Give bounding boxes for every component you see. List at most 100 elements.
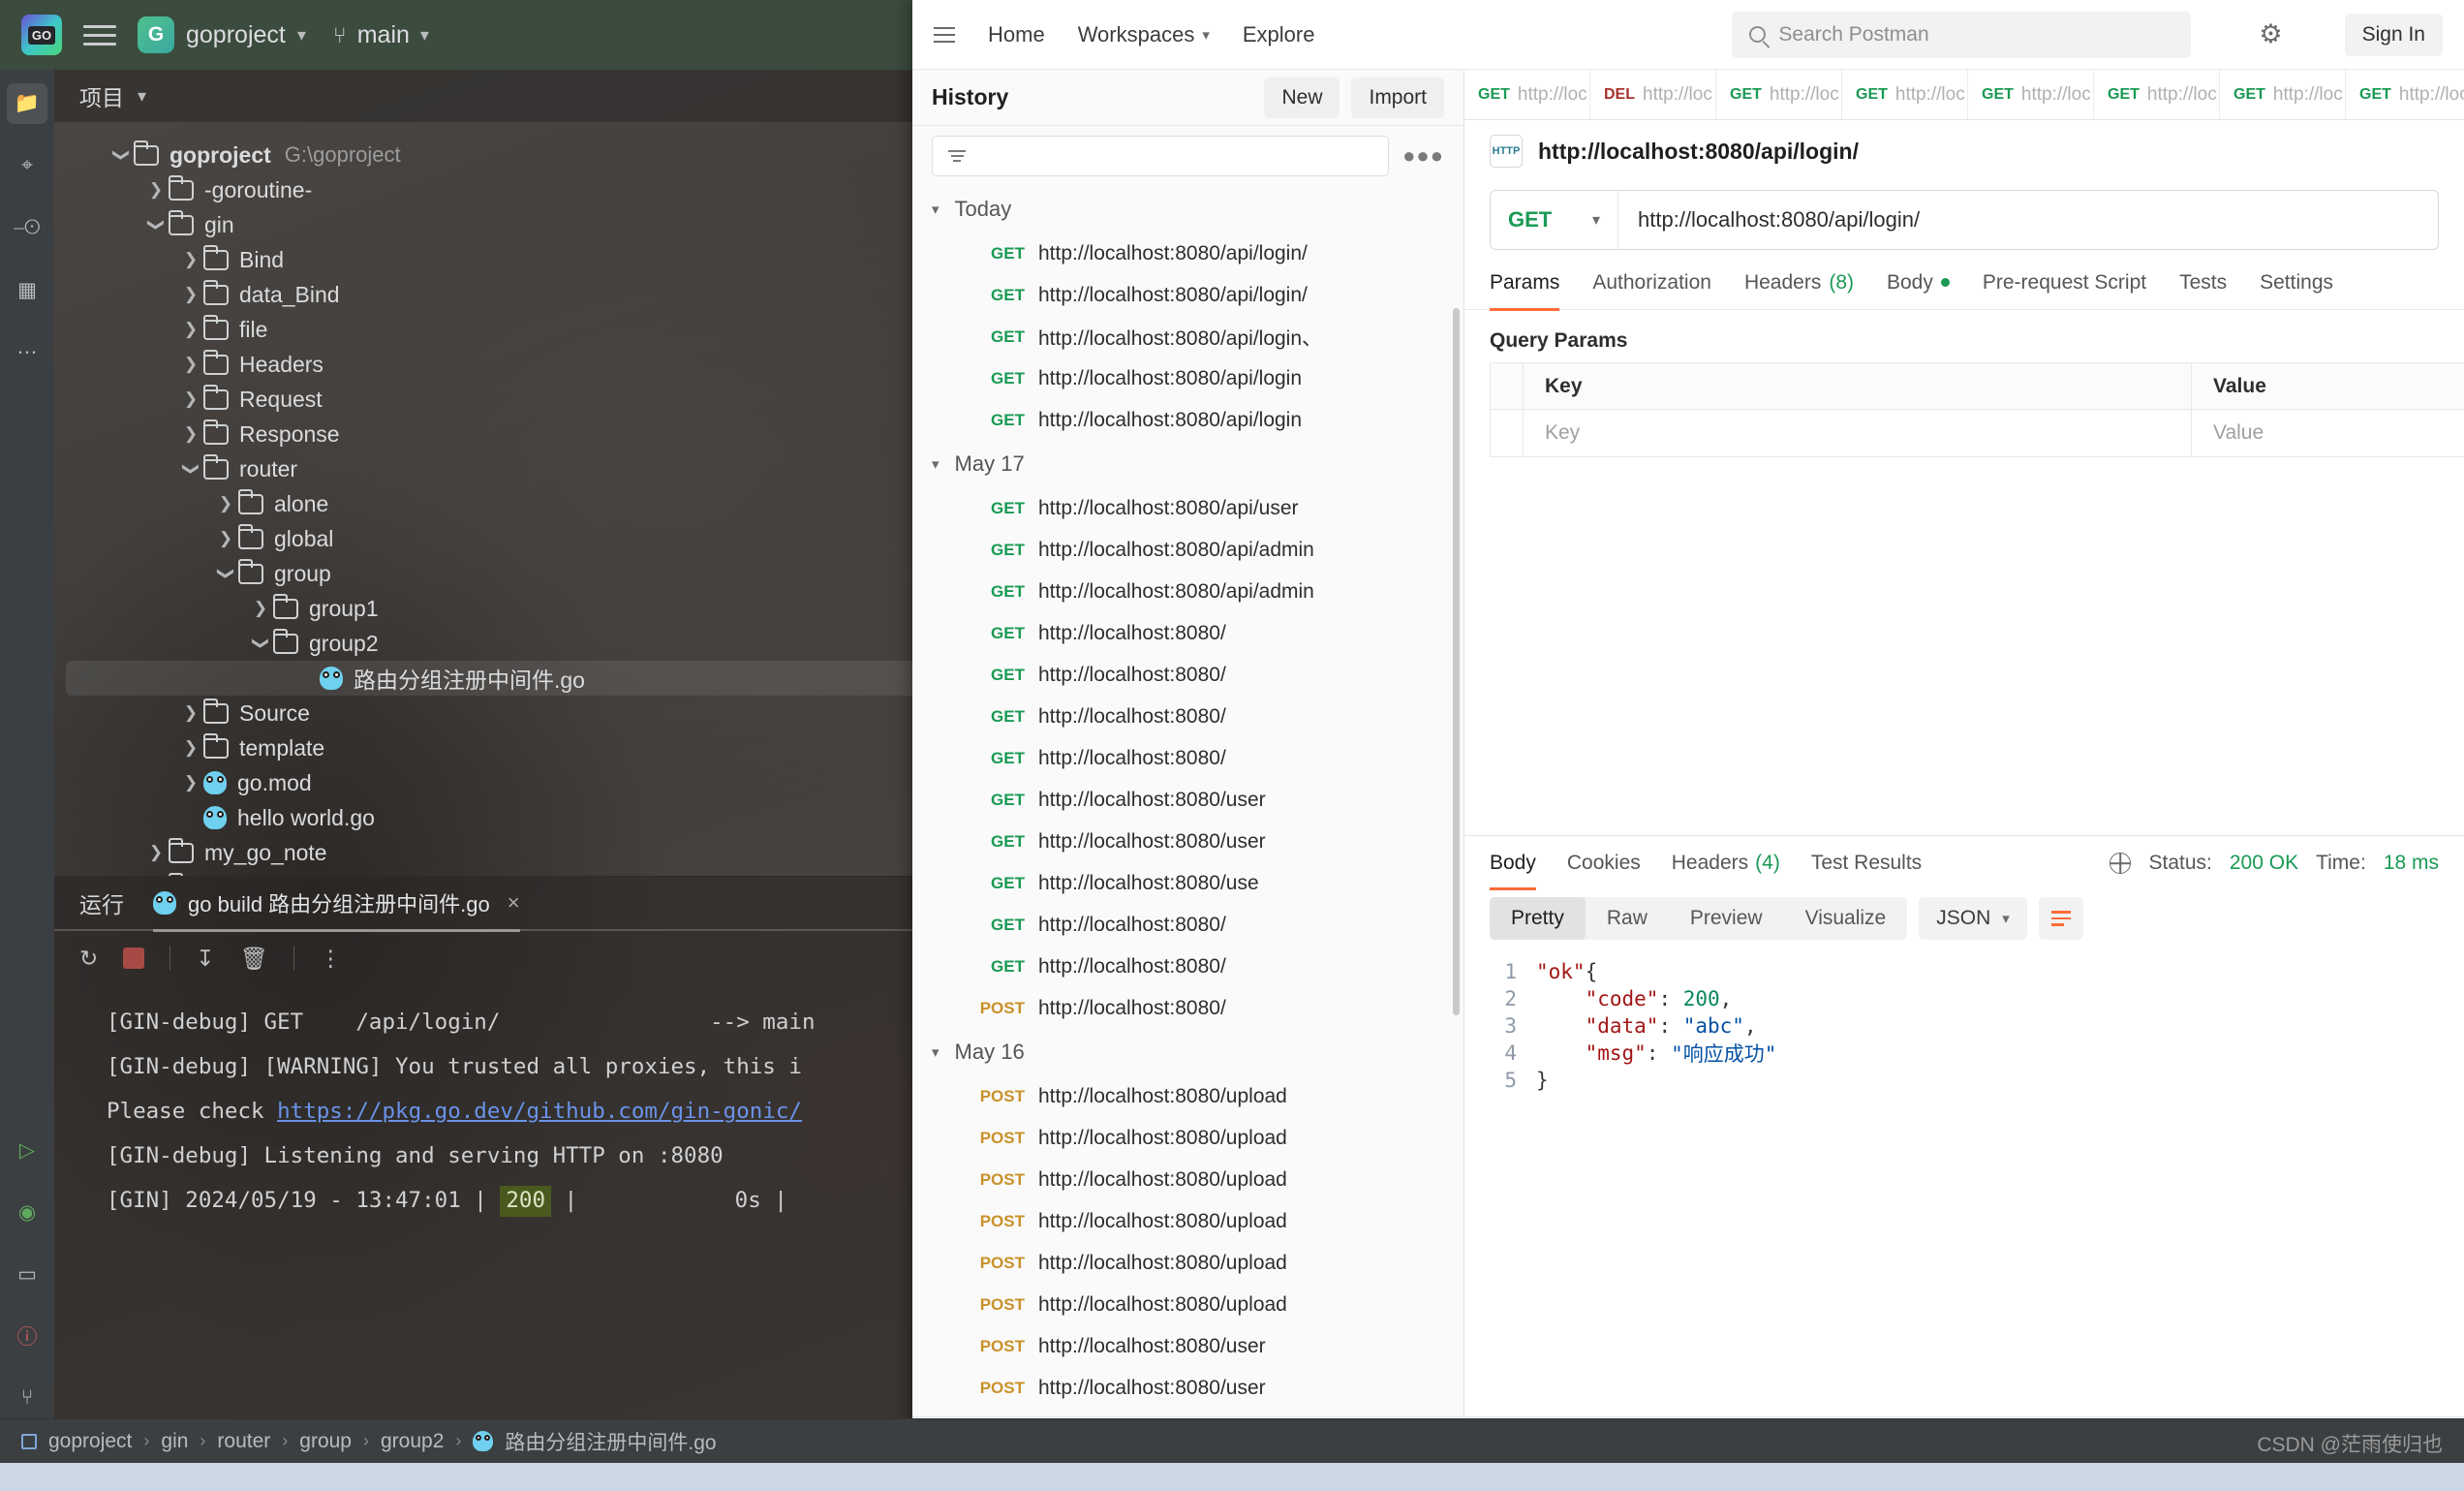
method-selector[interactable]: GET ▾ xyxy=(1491,191,1618,249)
chevron-right-icon[interactable]: ❯ xyxy=(213,494,238,513)
history-item[interactable]: GET http://localhost:8080/use xyxy=(912,862,1463,904)
rail-problems-icon[interactable]: ⓘ xyxy=(7,1316,47,1356)
rail-pull-requests-icon[interactable]: ⎯☉ xyxy=(7,207,47,248)
rail-structure-icon[interactable]: ▦ xyxy=(7,269,47,310)
more-icon[interactable]: ⋮ xyxy=(320,946,342,972)
rail-terminal-icon[interactable]: ▭ xyxy=(7,1254,47,1294)
chevron-down-icon[interactable]: ❯ xyxy=(181,456,200,481)
history-item[interactable]: GET http://localhost:8080/api/login xyxy=(912,399,1463,441)
hamburger-icon[interactable] xyxy=(934,26,955,43)
chevron-right-icon[interactable]: ❯ xyxy=(178,424,203,444)
history-item[interactable]: GET http://localhost:8080/api/login/ xyxy=(912,274,1463,316)
rail-commit-icon[interactable]: ⌖ xyxy=(7,145,47,186)
wrap-lines-button[interactable] xyxy=(2038,897,2083,940)
request-tab[interactable]: GET http://loc xyxy=(1464,70,1590,119)
history-group-header[interactable]: ▾ May 17 xyxy=(912,441,1463,487)
request-tabs[interactable]: Params Authorization Headers (8) Body Pre-req… xyxy=(1464,256,2464,311)
rail-run-icon[interactable]: ▷ xyxy=(7,1130,47,1170)
tree-item-selected[interactable]: ❯路由分组注册中间件.go xyxy=(66,661,1058,696)
response-tabs[interactable]: Body Cookies Headers (4) Test Results Status… xyxy=(1464,836,2464,890)
history-item[interactable]: GET http://localhost:8080/api/admin xyxy=(912,529,1463,571)
breadcrumb-item[interactable]: group2 xyxy=(381,1430,444,1453)
history-item[interactable]: GET http://localhost:8080/api/login、 xyxy=(912,316,1463,357)
rail-debug-icon[interactable]: ◉ xyxy=(7,1192,47,1232)
rail-project-icon[interactable]: 📁 xyxy=(7,83,47,124)
response-tab-headers[interactable]: Headers (4) xyxy=(1672,836,1780,890)
history-item[interactable]: POST http://localhost:8080/upload xyxy=(912,1284,1463,1325)
breadcrumb-item[interactable]: group xyxy=(299,1430,352,1453)
request-tab[interactable]: GET http://loc xyxy=(1716,70,1842,119)
chevron-right-icon[interactable]: ❯ xyxy=(178,703,203,723)
history-group-header[interactable]: ▾ May 16 xyxy=(912,1029,1463,1075)
tab-body[interactable]: Body xyxy=(1887,256,1950,310)
history-item[interactable]: GET http://localhost:8080/ xyxy=(912,612,1463,654)
search-input[interactable]: Search Postman xyxy=(1732,11,2192,58)
main-menu-icon[interactable] xyxy=(83,24,116,46)
new-button[interactable]: New xyxy=(1264,77,1340,118)
rail-git-icon[interactable]: ⑂ xyxy=(7,1378,47,1418)
request-tab[interactable]: GET http://loc xyxy=(2346,70,2464,119)
chevron-right-icon[interactable]: ❯ xyxy=(143,180,169,200)
history-item[interactable]: POST http://localhost:8080/upload xyxy=(912,1200,1463,1242)
run-configuration-tab[interactable]: go build 路由分组注册中间件.go × xyxy=(153,876,520,932)
request-tab[interactable]: GET http://loc xyxy=(1842,70,1968,119)
nav-workspaces[interactable]: Workspaces ▾ xyxy=(1078,22,1210,47)
request-tab[interactable]: GET http://loc xyxy=(2220,70,2346,119)
chevron-right-icon[interactable]: ❯ xyxy=(178,285,203,304)
tab-pre-request-script[interactable]: Pre-request Script xyxy=(1983,256,2146,310)
tab-tests[interactable]: Tests xyxy=(2179,256,2227,310)
history-item[interactable]: POST http://localhost:8080/ xyxy=(912,987,1463,1029)
history-item[interactable]: GET http://localhost:8080/ xyxy=(912,654,1463,696)
history-filter-input[interactable] xyxy=(932,136,1390,176)
chevron-down-icon[interactable]: ❯ xyxy=(216,561,235,586)
request-tab-bar[interactable]: GET http://loc DEL http://loc GET http://loc G… xyxy=(1464,70,2464,120)
history-item[interactable]: GET http://localhost:8080/api/admin xyxy=(912,571,1463,612)
trash-icon[interactable]: 🗑 xyxy=(240,946,268,972)
format-selector[interactable]: JSON ▾ xyxy=(1919,897,2027,940)
value-input[interactable]: Value xyxy=(2192,410,2464,456)
chevron-down-icon[interactable]: ❯ xyxy=(111,142,131,168)
url-input[interactable]: http://localhost:8080/api/login/ xyxy=(1618,207,2438,233)
breadcrumb-item[interactable]: gin xyxy=(161,1430,188,1453)
chevron-right-icon[interactable]: ❯ xyxy=(213,529,238,548)
chevron-right-icon[interactable]: ❯ xyxy=(143,843,169,862)
rail-more-icon[interactable]: ⋯ xyxy=(7,331,47,372)
history-item[interactable]: POST http://localhost:8080/user xyxy=(912,1325,1463,1367)
project-selector[interactable]: G goproject ▾ xyxy=(138,16,306,53)
import-button[interactable]: Import xyxy=(1351,77,1444,118)
history-item[interactable]: GET http://localhost:8080/user xyxy=(912,779,1463,821)
console-link[interactable]: https://pkg.go.dev/github.com/gin-gonic/ xyxy=(277,1098,802,1126)
chevron-down-icon[interactable]: ❯ xyxy=(146,212,166,237)
history-item[interactable]: GET http://localhost:8080/ xyxy=(912,904,1463,946)
chevron-right-icon[interactable]: ❯ xyxy=(178,389,203,409)
history-item[interactable]: POST http://localhost:8080/upload xyxy=(912,1242,1463,1284)
request-tab[interactable]: GET http://loc xyxy=(2094,70,2220,119)
view-mode-visualize[interactable]: Visualize xyxy=(1784,897,1908,940)
tab-params[interactable]: Params xyxy=(1490,256,1560,311)
tab-settings[interactable]: Settings xyxy=(2260,256,2333,310)
history-item[interactable]: POST http://localhost:8080/upload xyxy=(912,1159,1463,1200)
history-item[interactable]: POST http://localhost:8080/upload xyxy=(912,1117,1463,1159)
history-item[interactable]: GET http://localhost:8080/ xyxy=(912,737,1463,779)
breadcrumb-item[interactable]: router xyxy=(217,1430,270,1453)
table-row[interactable]: Key Value xyxy=(1491,410,2464,456)
chevron-right-icon[interactable]: ❯ xyxy=(178,773,203,792)
history-item[interactable]: GET http://localhost:8080/ xyxy=(912,696,1463,737)
view-mode-preview[interactable]: Preview xyxy=(1669,897,1784,940)
rerun-icon[interactable]: ↻ xyxy=(79,946,98,972)
request-tab[interactable]: DEL http://loc xyxy=(1590,70,1716,119)
history-item[interactable]: GET http://localhost:8080/ xyxy=(912,946,1463,987)
branch-selector[interactable]: ⑂ main ▾ xyxy=(333,21,429,49)
chevron-right-icon[interactable]: ❯ xyxy=(178,355,203,374)
nav-home[interactable]: Home xyxy=(988,22,1045,47)
history-scrollbar[interactable] xyxy=(1453,308,1460,1015)
view-mode-raw[interactable]: Raw xyxy=(1586,897,1669,940)
close-icon[interactable]: × xyxy=(508,890,520,916)
more-options-icon[interactable]: ●●● xyxy=(1402,143,1444,169)
breadcrumb-item[interactable]: goproject xyxy=(48,1430,132,1453)
chevron-right-icon[interactable]: ❯ xyxy=(178,320,203,339)
response-tab-cookies[interactable]: Cookies xyxy=(1567,836,1641,890)
history-item[interactable]: GET http://localhost:8080/api/login xyxy=(912,357,1463,399)
history-item[interactable]: GET http://localhost:8080/api/user xyxy=(912,487,1463,529)
view-mode-switch[interactable]: Pretty Raw Preview Visualize xyxy=(1490,897,1908,940)
